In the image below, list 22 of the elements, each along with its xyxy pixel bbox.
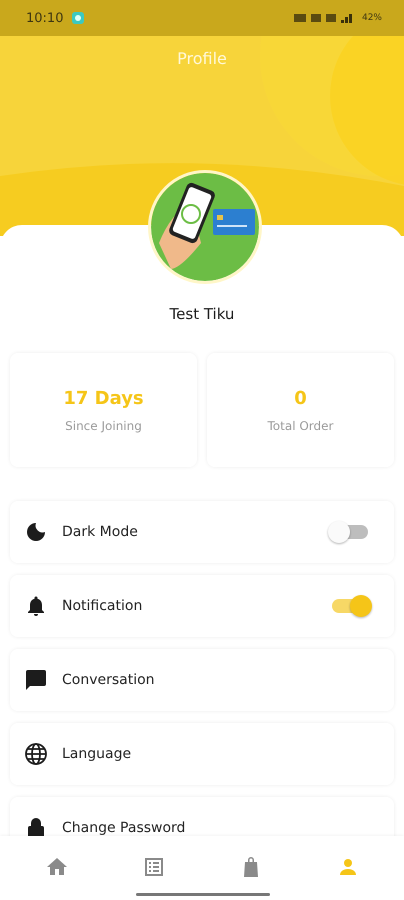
settings-label: Conversation [62, 672, 156, 688]
profile-name: Test Tiku [168, 305, 236, 323]
settings-row[interactable]: Dark Mode [10, 501, 394, 563]
status-time: 10:10 [26, 10, 64, 26]
moon-icon [24, 520, 48, 544]
stat-label: Total Order [268, 418, 334, 432]
settings-row[interactable]: Notification [10, 575, 394, 637]
settings-row[interactable]: Language [10, 723, 394, 785]
chat-icon [24, 668, 48, 692]
signal-icon [294, 12, 354, 24]
settings-label: Notification [62, 598, 144, 614]
settings-label: Language [62, 746, 132, 762]
chat-bubble-icon [71, 11, 86, 25]
battery-level: 42% [362, 13, 382, 23]
settings-row[interactable]: Conversation [10, 649, 394, 711]
settings-row[interactable]: Change Password [10, 797, 394, 836]
stat-value: 17 Days [63, 388, 144, 408]
settings-label: Dark Mode [62, 524, 139, 540]
settings-label: Change Password [62, 820, 186, 836]
stat-value: 0 [294, 388, 307, 408]
stat-label: Since Joining [65, 418, 142, 432]
globe-icon [24, 742, 48, 766]
